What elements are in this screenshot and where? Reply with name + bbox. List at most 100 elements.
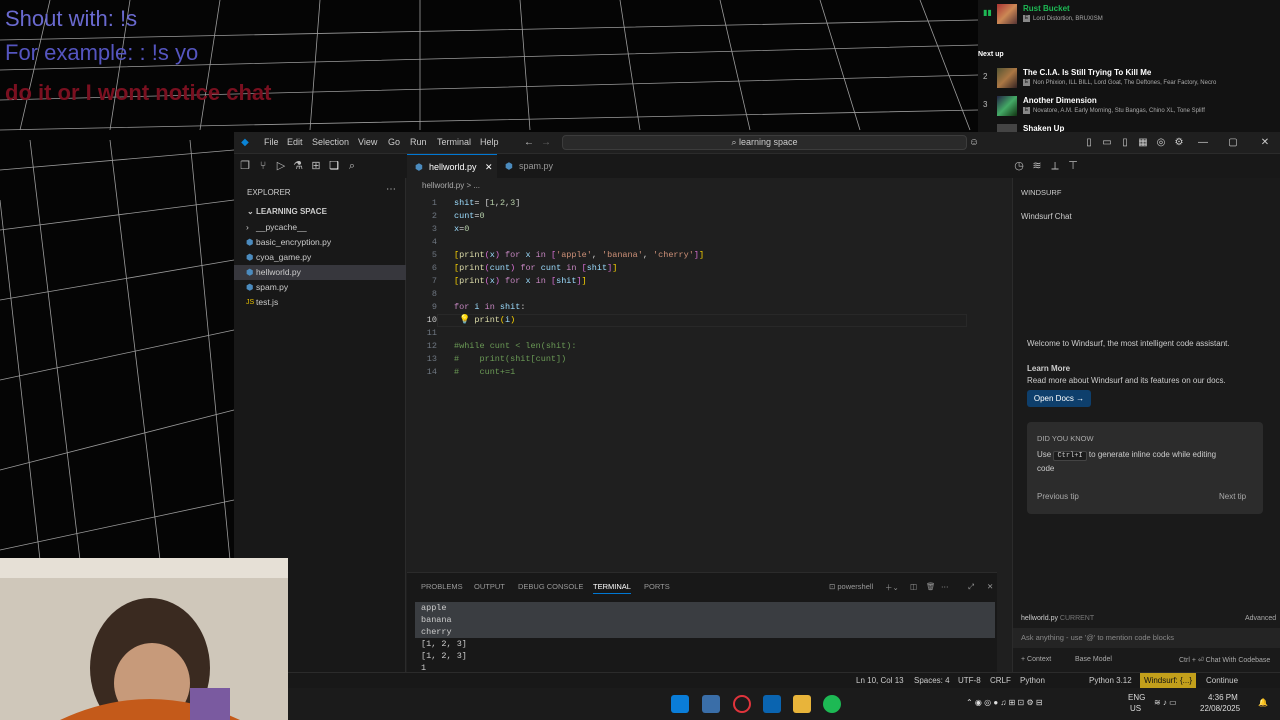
back-arrow-icon[interactable]: ← <box>522 136 536 150</box>
testing-icon[interactable]: ⚗ <box>291 159 305 173</box>
file-item[interactable]: › __pycache__ <box>234 220 406 235</box>
start-icon[interactable] <box>671 695 689 713</box>
menu-help[interactable]: Help <box>480 137 499 147</box>
encoding[interactable]: UTF-8 <box>958 676 981 685</box>
maximize-panel-icon[interactable]: ⤢ <box>968 582 974 592</box>
file-item[interactable]: JS test.js <box>234 295 406 310</box>
toggle-secondary-sidebar-icon[interactable]: ▯ <box>1118 136 1132 150</box>
cursor-position[interactable]: Ln 10, Col 13 <box>856 676 904 685</box>
continue-status[interactable]: Continue <box>1206 676 1238 685</box>
file-item-active[interactable]: ⬢ hellworld.py <box>234 265 406 280</box>
app-icon[interactable] <box>702 695 720 713</box>
notification-icon[interactable]: 🔔 <box>1258 698 1268 707</box>
file-item[interactable]: ⬢ cyoa_game.py <box>234 250 406 265</box>
preview-icon[interactable]: ⊤ <box>1066 159 1080 173</box>
folder-header[interactable]: ⌄ LEARNING SPACE <box>247 207 327 216</box>
code-line[interactable]: # cunt+=1 <box>454 367 515 377</box>
new-terminal-icon[interactable]: ＋⌄ <box>885 582 899 593</box>
tab-hellworld[interactable]: ⬢ hellworld.py ✕ <box>407 154 497 178</box>
tab-problems[interactable]: PROBLEMS <box>421 582 463 591</box>
windsurf-logo-icon[interactable]: ≋ <box>1030 159 1044 173</box>
minimize-icon[interactable]: — <box>1196 136 1210 150</box>
more-actions-icon[interactable]: ⋯ <box>941 582 949 591</box>
terminal-shell-selector[interactable]: ⊡ powershell <box>829 582 873 591</box>
queue-item[interactable]: 2 The C.I.A. Is Still Trying To Kill Me … <box>978 68 1280 92</box>
open-docs-button[interactable]: Open Docs → <box>1027 390 1091 407</box>
spotify-icon[interactable] <box>823 695 841 713</box>
history-icon[interactable]: ◷ <box>1012 159 1026 173</box>
breadcrumb[interactable]: hellworld.py > ... <box>422 181 480 190</box>
windsurf-status[interactable]: Windsurf: {...} <box>1140 673 1196 689</box>
code-line[interactable]: cunt=0 <box>454 211 485 221</box>
keyboard-language[interactable]: ENG <box>1128 693 1145 702</box>
forward-arrow-icon[interactable]: → <box>539 136 553 150</box>
menu-view[interactable]: View <box>358 137 377 147</box>
source-control-icon[interactable]: ⑂ <box>256 159 270 173</box>
advanced-link[interactable]: Advanced <box>1245 615 1276 622</box>
close-window-icon[interactable]: ✕ <box>1258 136 1272 150</box>
code-line[interactable]: [print(cunt) for cunt in [shit]] <box>454 263 617 273</box>
wifi-sound-battery-icons[interactable]: ≋ ♪ ▭ <box>1154 698 1177 707</box>
menu-file[interactable]: File <box>264 137 279 147</box>
trash-icon[interactable]: 🗑 <box>926 582 936 591</box>
line-ending[interactable]: CRLF <box>990 676 1011 685</box>
command-center-search[interactable]: ⌕ learning space <box>562 135 967 150</box>
clock-time[interactable]: 4:36 PM <box>1208 693 1238 702</box>
close-panel-icon[interactable]: ✕ <box>987 582 993 591</box>
toggle-sidebar-icon[interactable]: ▯ <box>1082 136 1096 150</box>
code-line[interactable]: # print(shit[cunt]) <box>454 354 566 364</box>
toggle-panel-icon[interactable]: ▭ <box>1100 136 1114 150</box>
code-line[interactable]: print(i) <box>454 315 515 325</box>
vscode-taskbar-icon[interactable] <box>763 695 781 713</box>
close-tab-icon[interactable]: ✕ <box>485 155 493 179</box>
queue-item[interactable]: 3 Another Dimension E Novatore, A.M. Earl… <box>978 96 1280 120</box>
menu-edit[interactable]: Edit <box>287 137 303 147</box>
file-item[interactable]: ⬢ spam.py <box>234 280 406 295</box>
clock-date[interactable]: 22/08/2025 <box>1200 704 1240 713</box>
keyboard-region[interactable]: US <box>1130 704 1141 713</box>
code-line[interactable]: x=0 <box>454 224 469 234</box>
tab-terminal[interactable]: TERMINAL <box>593 582 631 594</box>
file-explorer-icon[interactable] <box>793 695 811 713</box>
split-terminal-icon[interactable]: ◫ <box>910 582 917 591</box>
pin-icon[interactable]: ⟂ <box>1048 159 1062 173</box>
search-icon[interactable]: ⌕ <box>345 159 359 173</box>
account-icon[interactable]: ◎ <box>1154 136 1168 150</box>
tab-ports[interactable]: PORTS <box>644 582 670 591</box>
files-icon[interactable]: ❏ <box>327 159 341 173</box>
tab-debug-console[interactable]: DEBUG CONSOLE <box>518 582 583 591</box>
terminal-output[interactable]: apple banana cherry [1, 2, 3] [1, 2, 3] 1 <box>421 602 467 674</box>
opera-icon[interactable] <box>733 695 751 713</box>
chat-with-codebase[interactable]: Ctrl + ⏎ Chat With Codebase <box>1179 656 1270 664</box>
tab-spam[interactable]: ⬢ spam.py <box>499 154 569 178</box>
more-icon[interactable]: ⋯ <box>386 184 396 195</box>
previous-tip-button[interactable]: Previous tip <box>1037 492 1079 501</box>
code-line[interactable]: #while cunt < len(shit): <box>454 341 576 351</box>
code-line[interactable]: [print(x) for x in ['apple', 'banana', '… <box>454 250 704 260</box>
next-tip-button[interactable]: Next tip <box>1219 492 1246 501</box>
copilot-icon[interactable]: ☺ <box>967 136 981 150</box>
extensions-icon[interactable]: ⊞ <box>309 159 323 173</box>
indentation[interactable]: Spaces: 4 <box>914 676 950 685</box>
layout-icon[interactable]: ▦ <box>1136 136 1150 150</box>
code-line[interactable]: for i in shit: <box>454 302 525 312</box>
menu-terminal[interactable]: Terminal <box>437 137 471 147</box>
file-item[interactable]: ⬢ basic_encryption.py <box>234 235 406 250</box>
menu-selection[interactable]: Selection <box>312 137 349 147</box>
language-mode[interactable]: Python <box>1020 676 1045 685</box>
run-debug-icon[interactable]: ▷ <box>274 159 288 173</box>
context-button[interactable]: + Context <box>1021 656 1051 663</box>
queue-item[interactable]: Shaken Up <box>978 124 1280 132</box>
model-selector[interactable]: Base Model <box>1075 656 1112 663</box>
explorer-icon[interactable]: ❐ <box>238 159 252 173</box>
tab-output[interactable]: OUTPUT <box>474 582 505 591</box>
menu-run[interactable]: Run <box>410 137 427 147</box>
chat-input[interactable]: Ask anything - use '@' to mention code b… <box>1013 628 1280 648</box>
tray-icons[interactable]: ⌃ ◉ ◎ ● ♫ ⊞ ⊡ ⚙ ⊟ <box>966 698 1043 707</box>
code-line[interactable]: shit= [1,2,3] <box>454 198 520 208</box>
code-line[interactable]: [print(x) for x in [shit]] <box>454 276 587 286</box>
code-editor[interactable]: 💡 1 shit= [1,2,3] 2 cunt=0 3 x=0 4 5 [print(x) f… <box>407 194 997 574</box>
current-file-chip[interactable]: hellworld.py CURRENT <box>1021 615 1094 622</box>
maximize-icon[interactable]: ▢ <box>1226 136 1240 150</box>
settings-gear-icon[interactable]: ⚙ <box>1172 136 1186 150</box>
